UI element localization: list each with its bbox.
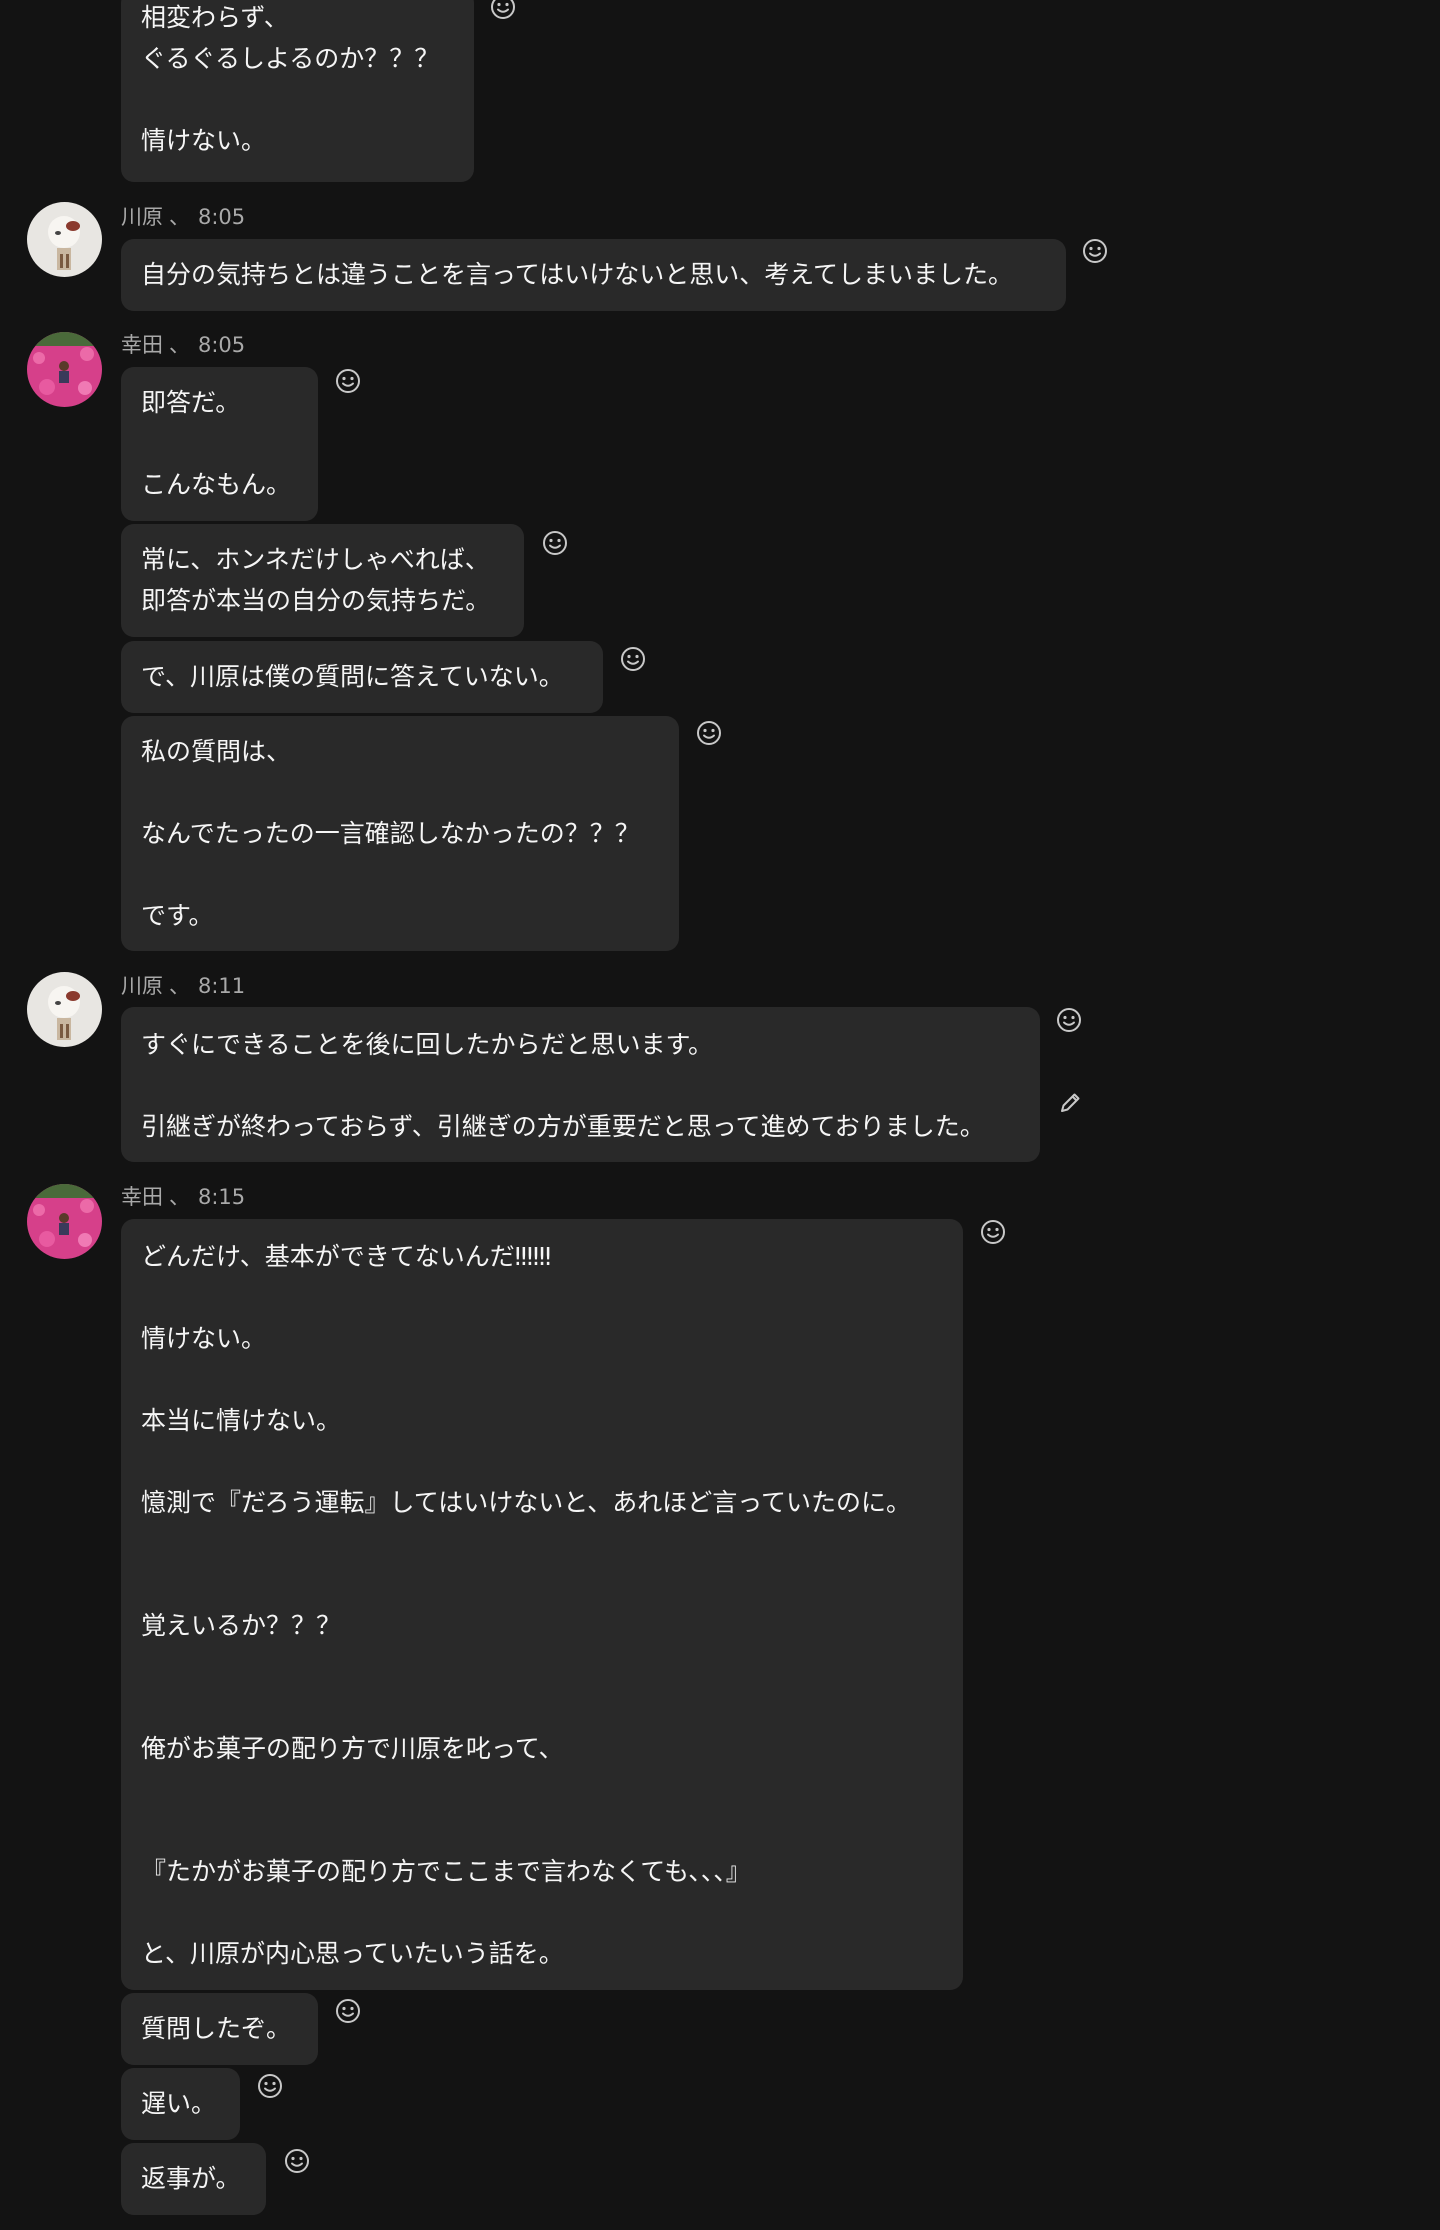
message-line: 情けない。 (141, 1324, 267, 1353)
message-line: と、川原が内心思っていたいう話を。 (141, 1939, 564, 1968)
sender-name[interactable]: 川原 (121, 974, 163, 998)
kawahara-avatar[interactable] (27, 202, 102, 277)
separator: 、 (169, 1185, 190, 1209)
smiley-icon[interactable] (978, 1217, 1008, 1247)
separator: 、 (169, 974, 190, 998)
message-line: です。 (141, 901, 214, 930)
separator: 、 (169, 205, 190, 229)
smiley-icon[interactable] (333, 1996, 363, 2026)
message-line: 本当に情けない。 (141, 1406, 342, 1435)
timestamp: 8:11 (198, 974, 246, 998)
timestamp: 8:05 (198, 205, 246, 229)
message-line: こんなもん。 (141, 470, 292, 499)
message-line: 引継ぎが終わっておらず、引継ぎの方が重要だと思って進めておりました。 (141, 1112, 985, 1141)
message-bubble[interactable]: どんだけ、基本ができてないんだ‼‼‼ 情けない。 本当に情けない。 憶測で『だろ… (121, 1219, 963, 1990)
timestamp: 8:05 (198, 333, 246, 357)
koda-avatar[interactable] (27, 1184, 102, 1259)
smiley-icon[interactable] (333, 366, 363, 396)
smiley-icon[interactable] (282, 2146, 312, 2176)
message-line: で、川原は僕の質問に答えていない。 (141, 662, 564, 691)
message-line: 返事が。 (141, 2164, 241, 2193)
message-line (141, 1277, 943, 1318)
message-line (141, 1564, 943, 1605)
message-header: 川原、 8:11 (121, 973, 245, 999)
message-line (141, 1687, 943, 1728)
message-line: すぐにできることを後に回したからだと思います。 (141, 1030, 714, 1059)
smiley-icon[interactable] (540, 528, 570, 558)
message-line: どんだけ、基本ができてないんだ‼‼‼ (141, 1242, 552, 1271)
smiley-icon[interactable] (255, 2071, 285, 2101)
smiley-icon[interactable] (1054, 1005, 1084, 1035)
sender-name[interactable]: 川原 (121, 205, 163, 229)
message-line: 即答が本当の自分の気持ちだ。 (141, 586, 491, 615)
message-line (141, 1892, 943, 1933)
message-line: 私の質問は、 (141, 737, 292, 766)
message-bubble[interactable]: で、川原は僕の質問に答えていない。 (121, 641, 603, 713)
smiley-icon[interactable] (1080, 236, 1110, 266)
message-line: 即答だ。 (141, 388, 241, 417)
separator: 、 (169, 333, 190, 357)
timestamp: 8:15 (198, 1185, 246, 1209)
message-line: 相変わらず、 (141, 3, 289, 32)
message-bubble[interactable]: 相変わらず、 ぐるぐるしよるのか？？？ 情けない。 (121, 0, 474, 182)
message-line (141, 1769, 943, 1810)
message-line: 遅い。 (141, 2089, 217, 2118)
message-header: 川原、 8:05 (121, 204, 245, 230)
message-bubble[interactable]: 自分の気持ちとは違うことを言ってはいけないと思い、考えてしまいました。 (121, 239, 1066, 311)
message-line: 情けない。 (141, 126, 267, 155)
message-bubble[interactable]: 常に、ホンネだけしゃべれば、 即答が本当の自分の気持ちだ。 (121, 524, 524, 637)
message-line (141, 1065, 1020, 1106)
sender-name[interactable]: 幸田 (121, 333, 163, 357)
message-line (141, 1359, 943, 1400)
message-line: 憶測で『だろう運転』してはいけないと、あれほど言っていたのに。 (141, 1488, 912, 1517)
kawahara-avatar[interactable] (27, 972, 102, 1047)
message-line: ぐるぐるしよるのか？？？ (141, 44, 440, 73)
message-header: 幸田、 8:05 (121, 332, 245, 358)
smiley-icon[interactable] (694, 718, 724, 748)
message-line (141, 1523, 943, 1564)
message-line (141, 772, 659, 813)
message-bubble[interactable]: 返事が。 (121, 2143, 266, 2215)
message-bubble[interactable]: 遅い。 (121, 2068, 240, 2140)
message-line (141, 1441, 943, 1482)
message-line: 自分の気持ちとは違うことを言ってはいけないと思い、考えてしまいました。 (141, 260, 1014, 289)
message-line: なんでたったの一言確認しなかったの？？？ (141, 819, 640, 848)
message-bubble[interactable]: すぐにできることを後に回したからだと思います。 引継ぎが終わっておらず、引継ぎの… (121, 1007, 1040, 1162)
message-line: 質問したぞ。 (141, 2014, 292, 2043)
message-line: 『たかがお菓子の配り方でここまで言わなくても、、、』 (141, 1857, 751, 1886)
message-line (141, 1810, 943, 1851)
message-bubble[interactable]: 私の質問は、 なんでたったの一言確認しなかったの？？？ です。 (121, 716, 679, 951)
message-line (141, 423, 298, 464)
message-line: 俺がお菓子の配り方で川原を叱って、 (141, 1734, 564, 1763)
smiley-icon[interactable] (618, 644, 648, 674)
message-line (141, 1646, 943, 1687)
message-header: 幸田、 8:15 (121, 1184, 245, 1210)
message-line (141, 79, 454, 120)
message-line: 常に、ホンネだけしゃべれば、 (141, 545, 490, 574)
message-bubble[interactable]: 即答だ。 こんなもん。 (121, 367, 318, 521)
message-line: 覚えいるか？？？ (141, 1611, 342, 1640)
smiley-icon[interactable] (488, 0, 518, 22)
pencil-icon[interactable] (1055, 1088, 1085, 1118)
message-line (141, 854, 659, 895)
message-bubble[interactable]: 質問したぞ。 (121, 1993, 318, 2065)
sender-name[interactable]: 幸田 (121, 1185, 163, 1209)
koda-avatar[interactable] (27, 332, 102, 407)
